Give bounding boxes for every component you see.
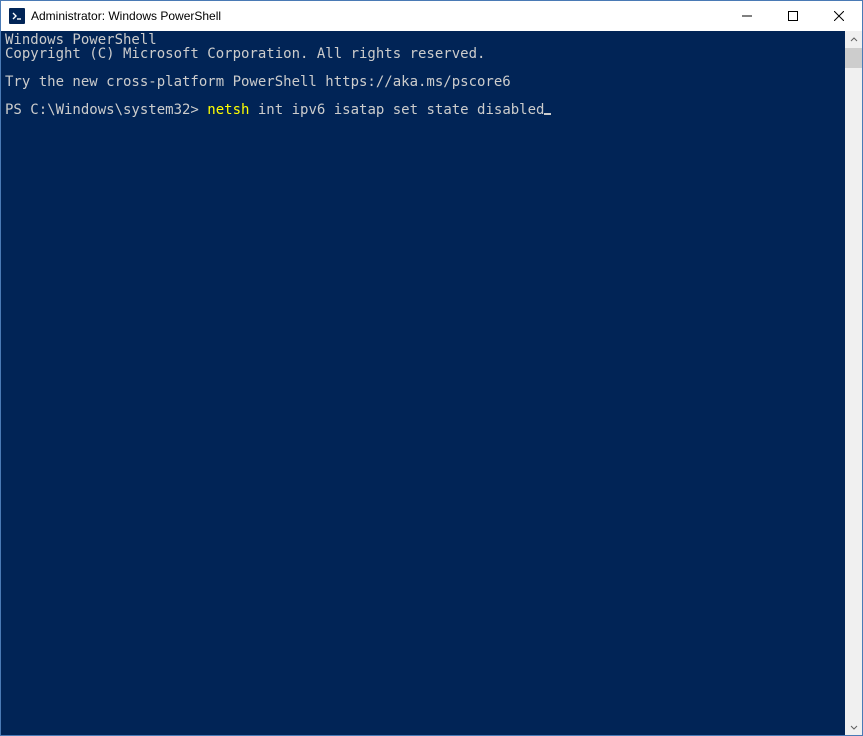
powershell-window: Administrator: Windows PowerShell Window…: [0, 0, 863, 736]
scroll-up-button[interactable]: [845, 31, 862, 48]
window-title: Administrator: Windows PowerShell: [31, 9, 221, 23]
scroll-down-button[interactable]: [845, 718, 862, 735]
terminal[interactable]: Windows PowerShell Copyright (C) Microso…: [1, 31, 845, 735]
vertical-scrollbar[interactable]: [845, 31, 862, 735]
command-rest: int ipv6 isatap set state disabled: [249, 102, 544, 118]
titlebar[interactable]: Administrator: Windows PowerShell: [1, 1, 862, 31]
terminal-area: Windows PowerShell Copyright (C) Microso…: [1, 31, 862, 735]
powershell-icon: [9, 8, 25, 24]
cursor: [544, 113, 551, 115]
header-line-2: Copyright (C) Microsoft Corporation. All…: [5, 46, 485, 62]
maximize-button[interactable]: [770, 1, 816, 31]
minimize-button[interactable]: [724, 1, 770, 31]
prompt: PS C:\Windows\system32>: [5, 102, 207, 118]
hint-line: Try the new cross-platform PowerShell ht…: [5, 74, 511, 90]
close-button[interactable]: [816, 1, 862, 31]
scroll-track[interactable]: [845, 48, 862, 718]
command-highlight: netsh: [207, 102, 249, 118]
window-controls: [724, 1, 862, 31]
scroll-thumb[interactable]: [845, 48, 862, 68]
